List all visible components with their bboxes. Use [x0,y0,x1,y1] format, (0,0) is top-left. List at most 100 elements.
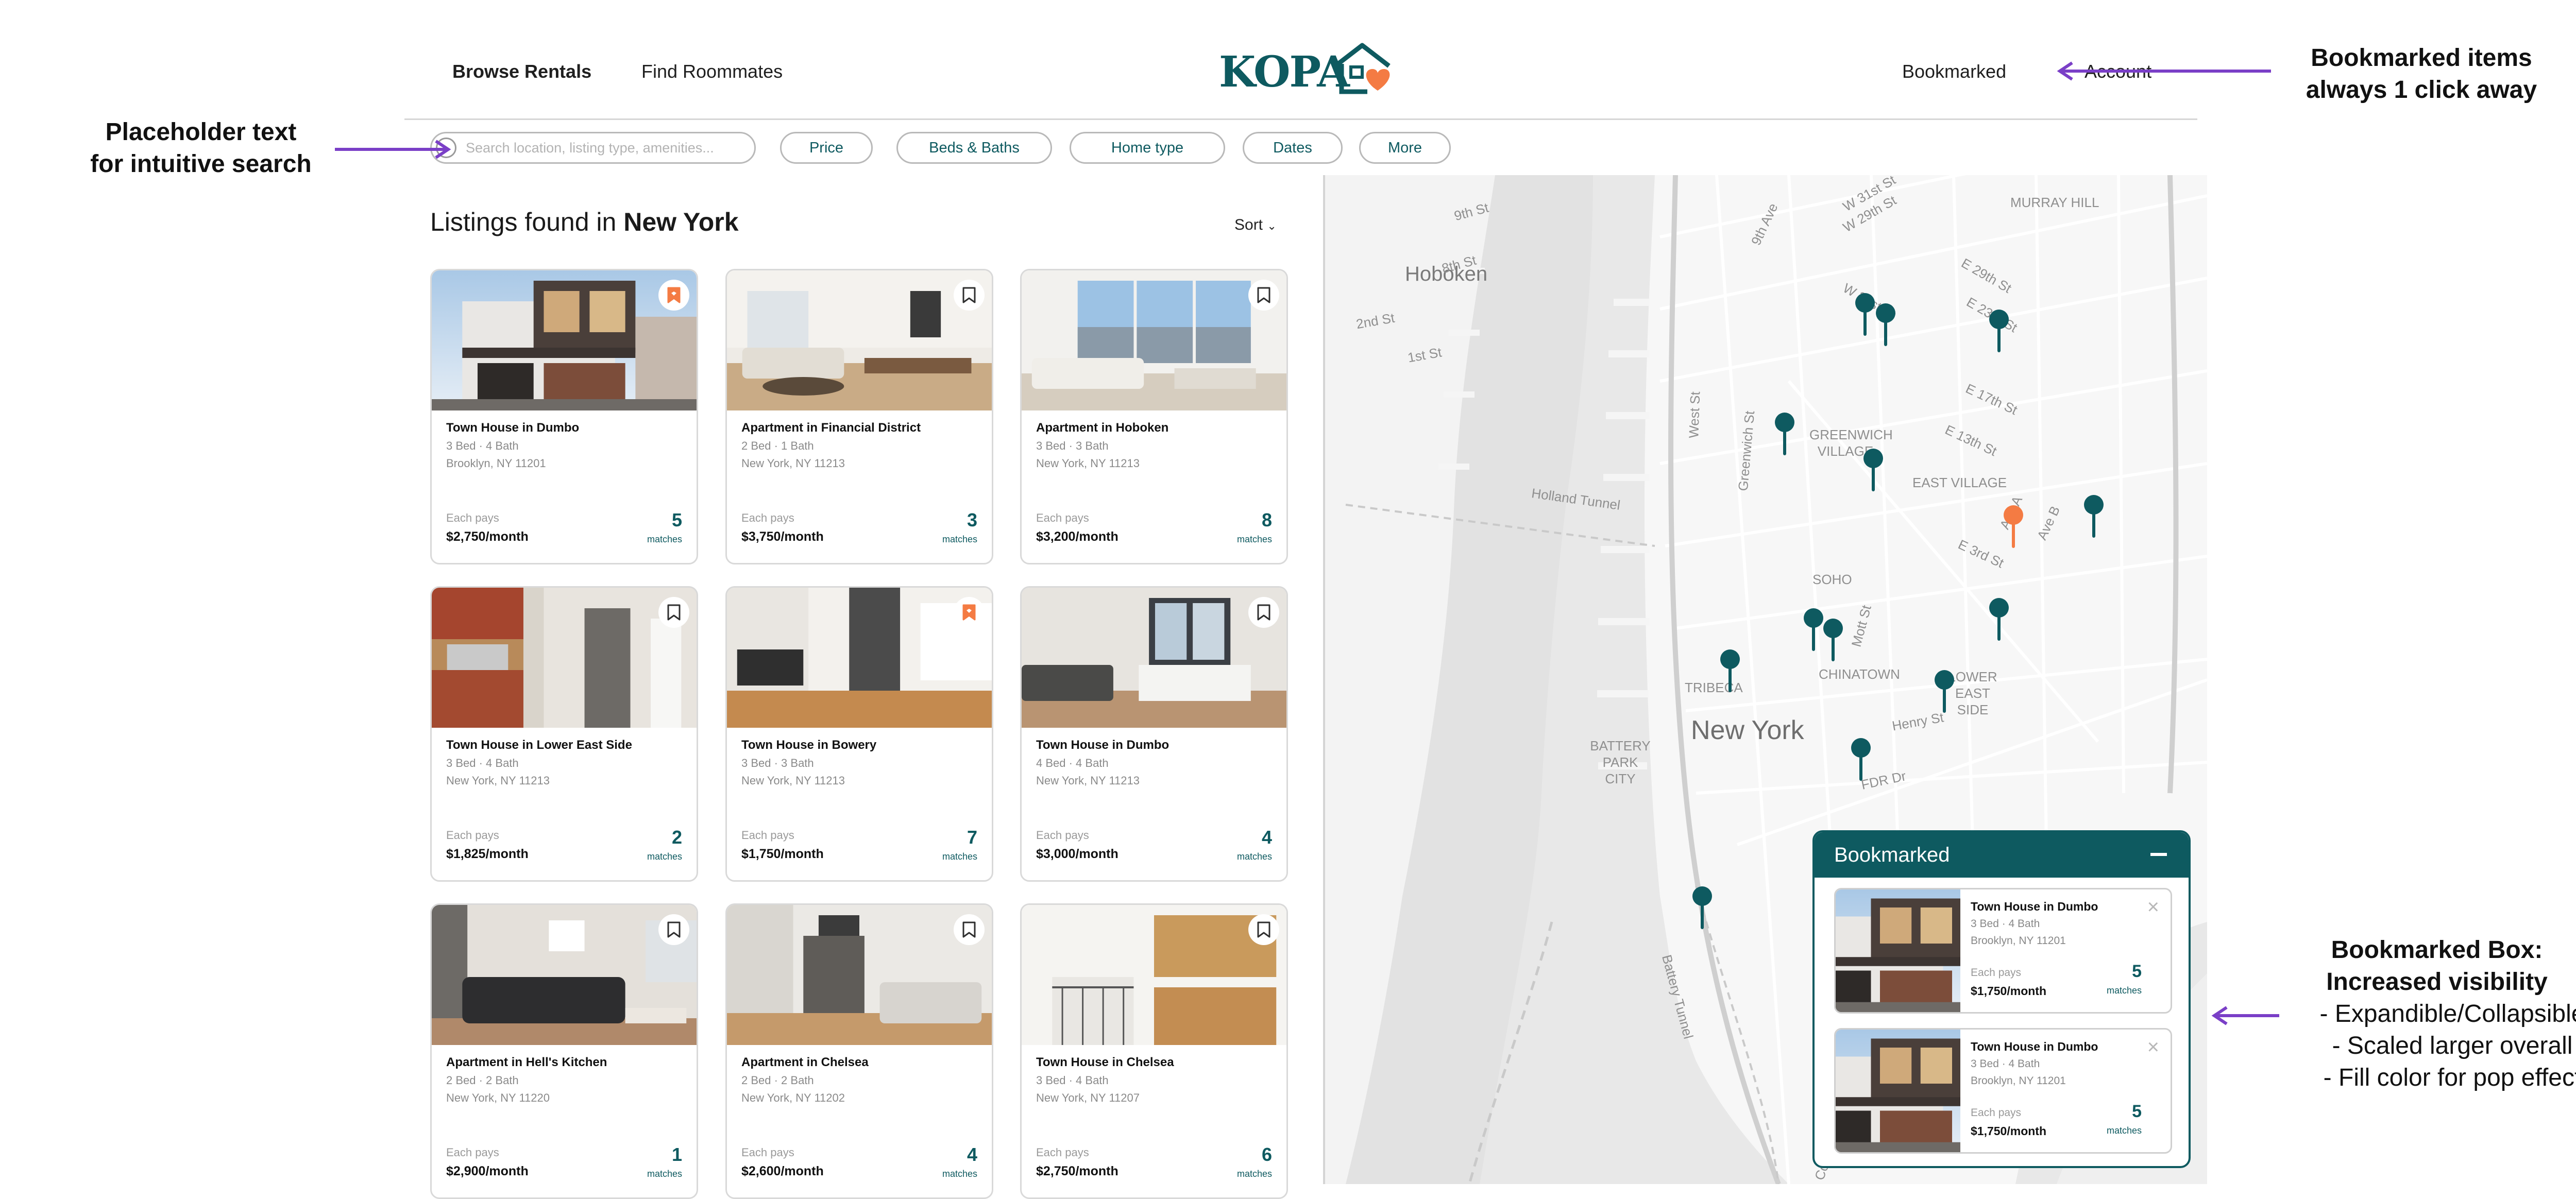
listing-photo[interactable] [1022,588,1286,728]
listing-each-pays-label: Each pays [446,1146,499,1159]
listing-price: $3,750/month [741,529,824,544]
bookmarked-box-header[interactable]: Bookmarked [1815,832,2189,878]
listing-price: $2,750/month [446,529,529,544]
filter-price[interactable]: Price [780,132,873,164]
map-pin-active[interactable] [2003,505,2024,552]
map-pin[interactable] [1934,670,1955,716]
listing-photo[interactable] [1022,270,1286,410]
chevron-down-icon: ⌄ [1267,219,1277,232]
listing-card[interactable]: Town House in Dumbo 3 Bed · 4 Bath Brookly… [430,269,698,564]
listing-match-count: 8 [1261,509,1272,530]
logo[interactable]: KOPA [1219,40,1399,97]
bookmarked-item-beds-baths: 3 Bed · 4 Bath [1971,918,2040,930]
map-pin-icon [2084,495,2104,538]
map-pin[interactable] [1989,309,2009,356]
listing-each-pays-label: Each pays [741,829,794,842]
map-pin-icon [1775,413,1794,455]
map-pin-icon [1692,886,1712,929]
search-bar[interactable]: Search location, listing type, amenities… [430,132,756,164]
listing-photo[interactable] [727,270,992,410]
nav-find-roommates[interactable]: Find Roommates [641,61,783,82]
listing-match-count: 4 [967,1144,977,1165]
filter-dates[interactable]: Dates [1243,132,1343,164]
listing-title: Town House in Lower East Side [446,738,632,752]
listing-beds-baths: 2 Bed · 1 Bath [741,439,814,452]
listing-price: $2,750/month [1036,1164,1118,1178]
listings-heading-city: New York [623,208,739,236]
bookmark-button[interactable] [658,914,689,945]
map-pin[interactable] [1720,649,1740,696]
map-pin[interactable] [1774,412,1795,459]
bookmark-button[interactable] [1248,597,1279,628]
bookmarked-item-price: $1,750/month [1971,1124,2046,1138]
bookmark-button[interactable] [954,280,985,311]
bookmark-button[interactable] [1248,914,1279,945]
listing-photo[interactable] [432,270,697,410]
bookmarked-item-location: Brooklyn, NY 11201 [1971,1075,2066,1087]
listing-location: New York, NY 11213 [1036,457,1140,470]
map-label-soho: SOHO [1812,572,1852,587]
close-icon[interactable]: × [2147,897,2159,917]
sort-dropdown[interactable]: Sort ⌄ [1234,216,1277,234]
filter-home-type[interactable]: Home type [1070,132,1225,164]
filter-more[interactable]: More [1359,132,1451,164]
bookmarked-item-match-label: matches [2106,985,2142,996]
map-pin[interactable] [1803,608,1824,655]
map-pin[interactable] [1875,303,1896,350]
map-pin[interactable] [1851,738,1871,784]
map-pin[interactable] [1989,597,2009,644]
listing-match-count: 4 [1261,827,1272,848]
close-icon[interactable]: × [2147,1037,2159,1057]
map-pin[interactable] [2083,494,2104,541]
listing-match-label: matches [647,851,682,862]
listing-price: $1,825/month [446,847,529,861]
bookmark-button[interactable] [658,280,689,311]
listing-each-pays-label: Each pays [1036,829,1089,842]
bookmark-button[interactable] [658,597,689,628]
minus-icon[interactable] [2150,853,2167,856]
bookmark-button[interactable] [954,597,985,628]
search-input[interactable]: Search location, listing type, amenities… [466,140,714,156]
listing-card[interactable]: Apartment in Hell's Kitchen 2 Bed · 2 Bat… [430,903,698,1199]
map-pin[interactable] [1863,448,1884,495]
annotation-bookmarked-line2: always 1 click away [2306,76,2537,104]
bookmarked-item-location: Brooklyn, NY 11201 [1971,935,2066,947]
listing-each-pays-label: Each pays [1036,1146,1089,1159]
listing-photo[interactable] [727,905,992,1045]
listing-photo[interactable] [432,905,697,1045]
bookmarked-item[interactable]: × Town House in Dumbo 3 Bed · 4 Bath Brookl… [1834,888,2172,1014]
bookmarked-box[interactable]: Bookmarked × Town House in Dumbo 3 Bed · 4… [1812,830,2191,1168]
map-pin-icon [1989,310,2009,352]
listing-beds-baths: 3 Bed · 3 Bath [741,757,814,769]
listing-title: Town House in Dumbo [446,421,580,435]
bookmarked-item-match-count: 5 [2132,962,2142,981]
map-pin[interactable] [1823,618,1843,665]
map-label-chinatown: CHINATOWN [1819,666,1900,682]
listing-card[interactable]: Town House in Bowery 3 Bed · 3 Bath New Yo… [725,586,993,882]
listing-card[interactable]: Apartment in Chelsea 2 Bed · 2 Bath New Yo… [725,903,993,1199]
house-heart-icon [1334,43,1391,94]
listing-card[interactable]: Town House in Dumbo 4 Bed · 4 Bath New Yor… [1020,586,1288,882]
map-pin[interactable] [1692,886,1713,933]
bookmarked-item-beds-baths: 3 Bed · 4 Bath [1971,1058,2040,1070]
bookmarked-item[interactable]: × Town House in Dumbo 3 Bed · 4 Bath Brookl… [1834,1028,2172,1154]
bookmark-button[interactable] [1248,280,1279,311]
bookmark-icon [1257,921,1270,938]
listing-photo[interactable] [727,588,992,728]
bookmark-button[interactable] [954,914,985,945]
listing-card[interactable]: Apartment in Financial District 2 Bed · 1… [725,269,993,564]
filter-beds-baths[interactable]: Beds & Baths [896,132,1052,164]
listing-location: New York, NY 11202 [741,1091,845,1104]
listing-photo[interactable] [1022,905,1286,1045]
listing-card[interactable]: Town House in Chelsea 3 Bed · 4 Bath New Y… [1020,903,1288,1199]
bookmarked-item-photo[interactable] [1836,889,1960,1012]
listing-photo[interactable] [432,588,697,728]
nav-bookmarked[interactable]: Bookmarked [1902,61,2006,82]
annotation-box-line4: - Scaled larger overall [2332,1032,2573,1059]
map-pin[interactable] [1855,293,1875,339]
bookmarked-item-photo[interactable] [1836,1030,1960,1152]
listing-card[interactable]: Town House in Lower East Side 3 Bed · 4 B… [430,586,698,882]
nav-browse-rentals[interactable]: Browse Rentals [452,61,591,82]
listing-card[interactable]: Apartment in Hoboken 3 Bed · 3 Bath New Yo… [1020,269,1288,564]
listing-beds-baths: 4 Bed · 4 Bath [1036,757,1109,769]
